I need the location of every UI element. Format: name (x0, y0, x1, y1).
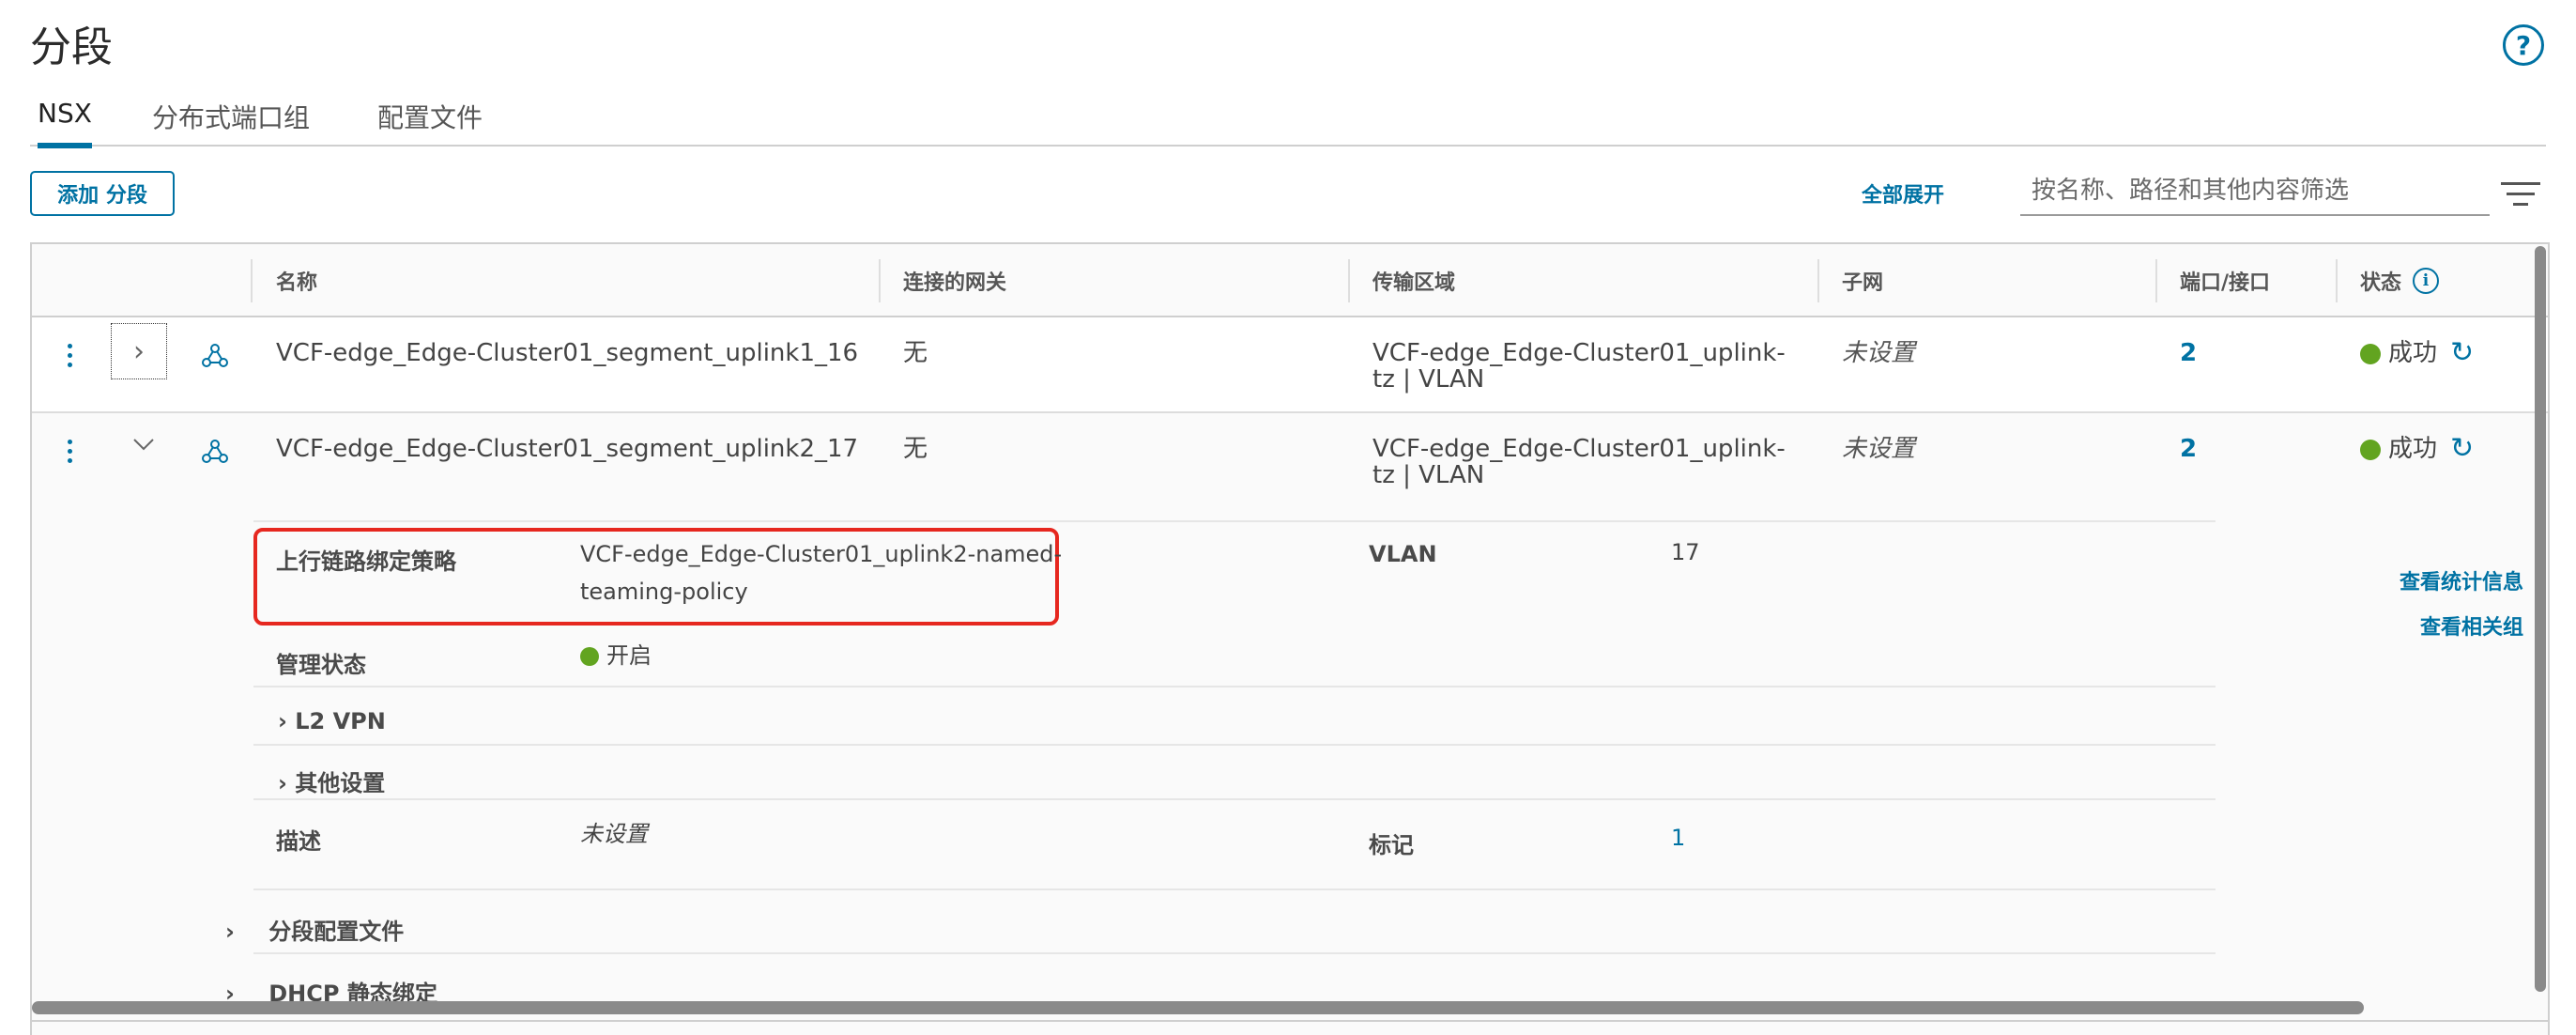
tab-profiles[interactable]: 配置文件 (377, 98, 483, 147)
segment-ports-link[interactable]: 2 (2180, 340, 2197, 366)
segment-profiles-expander[interactable]: › 分段配置文件 (225, 913, 404, 946)
row-actions-kebab-icon[interactable] (68, 344, 75, 372)
success-dot-icon (580, 647, 599, 666)
filter-input[interactable] (2020, 167, 2490, 216)
chevron-right-icon: › (133, 334, 145, 368)
table-row: › VCF-edge_Edge-Cluster01_segment_uplink… (32, 317, 2548, 413)
chevron-right-icon: › (278, 708, 287, 734)
view-related-groups-link[interactable]: 查看相关组 (2341, 610, 2523, 641)
teaming-policy-label: 上行链路绑定策略 (276, 548, 456, 575)
column-header-subnet[interactable]: 子网 (1819, 244, 1883, 317)
row-expand-button[interactable]: › (111, 323, 167, 379)
tab-bar: NSX 分布式端口组 配置文件 (30, 88, 2546, 148)
segment-gateway: 无 (903, 435, 928, 463)
segments-datagrid: 名称 连接的网关 传输区域 子网 端口/接口 状态 i › VCF-edge_E… (30, 242, 2550, 1035)
grid-bottom-border (30, 1020, 2550, 1022)
tags-label: 标记 (1369, 832, 1414, 858)
column-header-ports[interactable]: 端口/接口 (2157, 244, 2270, 317)
segment-name[interactable]: VCF-edge_Edge-Cluster01_segment_uplink1_… (276, 340, 858, 366)
column-header-status[interactable]: 状态 i (2338, 244, 2440, 317)
horizontal-scrollbar[interactable] (32, 1001, 2364, 1014)
column-header-transport-zone[interactable]: 传输区域 (1350, 244, 1455, 317)
chevron-down-icon[interactable] (130, 430, 167, 468)
page-title: 分段 (30, 23, 113, 71)
description-label: 描述 (276, 828, 321, 855)
admin-state-label: 管理状态 (276, 652, 366, 678)
tags-count-link[interactable]: 1 (1671, 819, 1685, 857)
chevron-right-icon: › (225, 919, 235, 945)
refresh-icon[interactable]: ↻ (2450, 336, 2474, 369)
admin-state-value: 开启 (580, 637, 652, 674)
status-badge: 成功 (2360, 436, 2437, 462)
table-row-expanded: VCF-edge_Edge-Cluster01_segment_uplink2_… (32, 413, 2548, 1035)
help-icon[interactable]: ? (2503, 24, 2544, 66)
l2-vpn-expander[interactable]: › L2 VPN (278, 708, 386, 734)
column-header-name[interactable]: 名称 (253, 244, 317, 317)
segment-subnet: 未设置 (1842, 435, 1916, 463)
expand-all-link[interactable]: 全部展开 (1862, 178, 1944, 209)
segment-transport-zone: VCF-edge_Edge-Cluster01_uplink- tz | VLA… (1372, 339, 1786, 394)
vlan-value: 17 (1671, 539, 1700, 565)
chevron-right-icon: › (278, 770, 287, 796)
info-icon[interactable]: i (2413, 268, 2440, 294)
add-segment-button[interactable]: 添加 分段 (30, 171, 175, 216)
column-header-gateway[interactable]: 连接的网关 (881, 244, 1006, 317)
segment-name[interactable]: VCF-edge_Edge-Cluster01_segment_uplink2_… (276, 436, 858, 462)
refresh-icon[interactable]: ↻ (2450, 432, 2474, 465)
column-header-status-label: 状态 (2360, 271, 2402, 295)
description-value: 未设置 (580, 821, 648, 847)
segment-ports-link[interactable]: 2 (2180, 436, 2197, 462)
segment-subnet: 未设置 (1842, 339, 1916, 367)
filter-lines-icon[interactable] (2501, 182, 2540, 207)
view-statistics-link[interactable]: 查看统计信息 (2341, 565, 2523, 595)
vertical-scrollbar[interactable] (2535, 246, 2546, 992)
teaming-policy-value: VCF-edge_Edge-Cluster01_uplink2-named- t… (580, 541, 1063, 605)
tab-nsx[interactable]: NSX (38, 98, 92, 148)
vlan-label: VLAN (1369, 541, 1437, 567)
segment-transport-zone: VCF-edge_Edge-Cluster01_uplink- tz | VLA… (1372, 435, 1786, 489)
segment-gateway: 无 (903, 339, 928, 367)
tab-distributed-port-groups[interactable]: 分布式端口组 (152, 98, 310, 147)
status-badge: 成功 (2360, 340, 2437, 366)
grid-header: 名称 连接的网关 传输区域 子网 端口/接口 状态 i (32, 244, 2548, 317)
success-dot-icon (2360, 343, 2381, 364)
segment-icon (202, 344, 228, 367)
success-dot-icon (2360, 439, 2381, 460)
segment-icon (202, 440, 228, 463)
row-actions-kebab-icon[interactable] (68, 440, 75, 468)
other-settings-expander[interactable]: › 其他设置 (278, 765, 385, 797)
